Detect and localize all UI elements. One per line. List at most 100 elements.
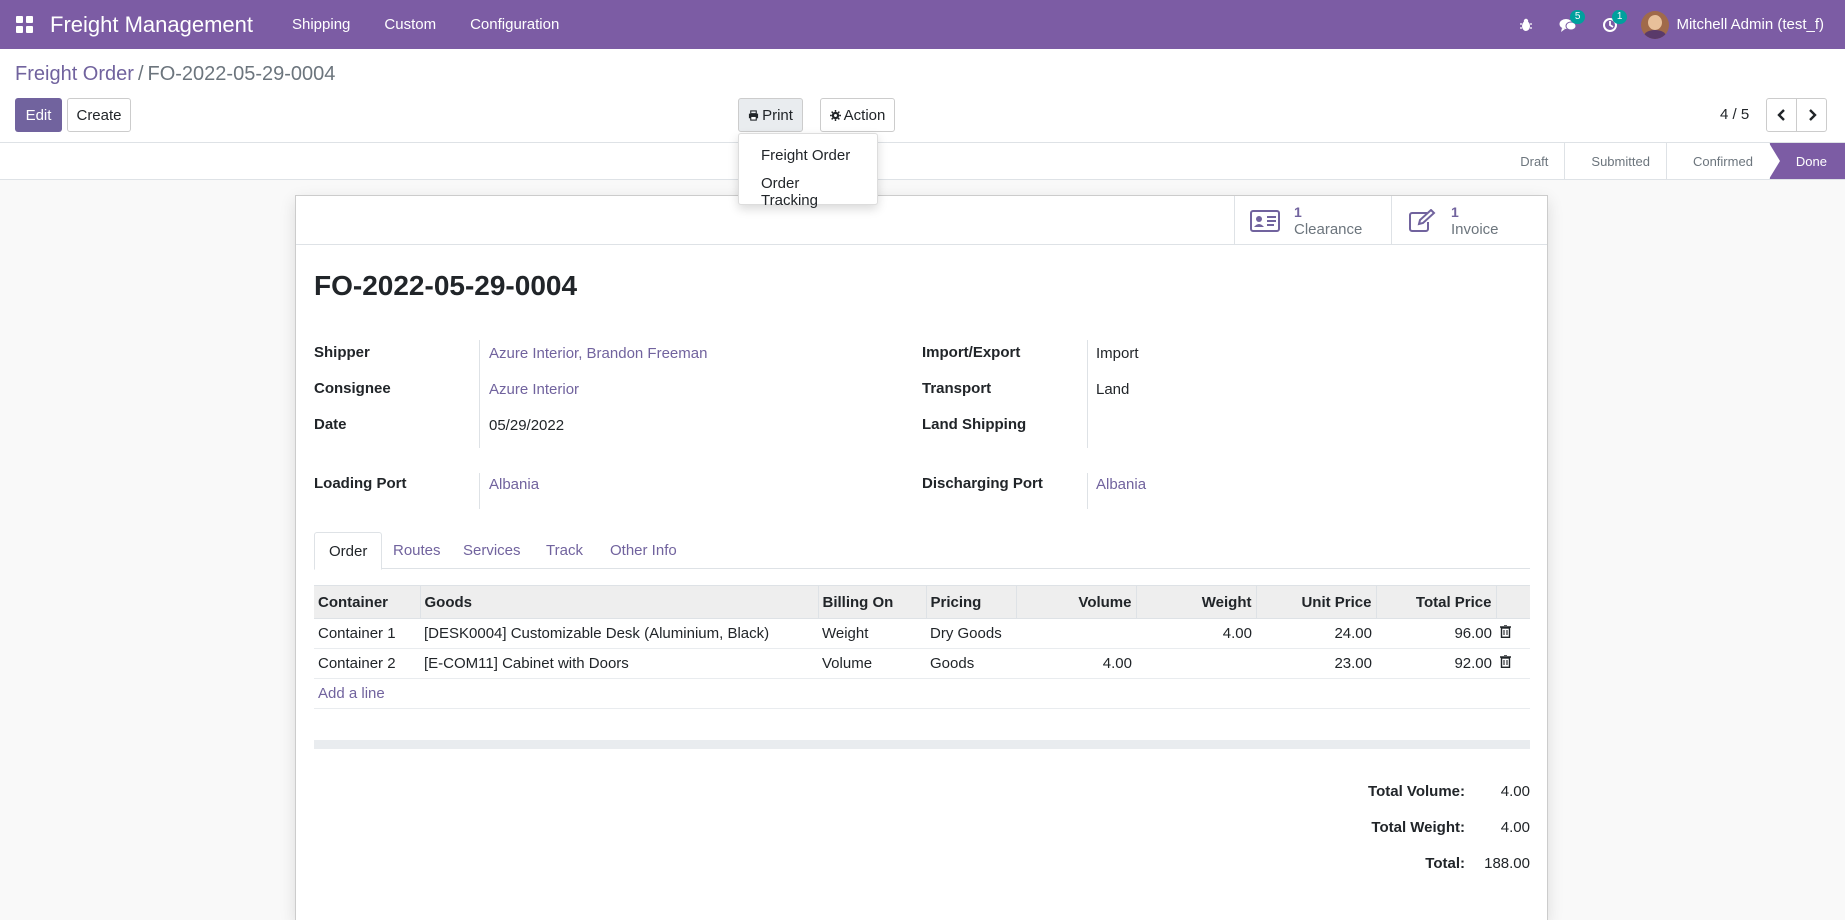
cell-unit-price[interactable]: 23.00 <box>1256 648 1376 679</box>
date-field[interactable]: 05/29/2022 <box>489 417 564 434</box>
consignee-field[interactable]: Azure Interior <box>489 381 579 398</box>
notebook-tabs: Order Routes Services Track Other Info <box>314 532 1530 570</box>
clearance-smart-button[interactable]: 1 Clearance <box>1234 196 1391 245</box>
col-total-price[interactable]: Total Price <box>1375 585 1496 619</box>
discharging-port-field[interactable]: Albania <box>1096 476 1146 493</box>
cell-weight[interactable]: 4.00 <box>1136 618 1256 649</box>
discharging-port-label: Discharging Port <box>922 475 1043 492</box>
menu-custom[interactable]: Custom <box>367 16 453 33</box>
grand-total-value: 188.00 <box>1484 855 1530 872</box>
activities-badge: 1 <box>1611 9 1628 24</box>
right-group-divider <box>1087 340 1088 448</box>
col-pricing[interactable]: Pricing <box>925 585 1016 619</box>
cell-volume[interactable]: 4.00 <box>1016 648 1136 679</box>
stage-submitted[interactable]: Submitted <box>1565 143 1667 179</box>
action-button[interactable]: Action <box>820 98 895 132</box>
cell-billing-on[interactable]: Volume <box>818 648 926 679</box>
app-brand[interactable]: Freight Management <box>50 12 253 38</box>
table-row[interactable]: Container 1 [DESK0004] Customizable Desk… <box>314 618 1530 649</box>
print-order-tracking-item[interactable]: Order Tracking <box>739 171 877 209</box>
print-freight-order-item[interactable]: Freight Order <box>739 143 877 171</box>
col-weight[interactable]: Weight <box>1135 585 1256 619</box>
chevron-left-icon <box>1776 109 1785 121</box>
debug-bug-icon[interactable] <box>1505 18 1547 32</box>
total-weight-value: 4.00 <box>1500 819 1530 836</box>
grand-total-label: Total: <box>1425 855 1465 872</box>
col-goods[interactable]: Goods <box>419 585 818 619</box>
cell-container[interactable]: Container 2 <box>314 648 420 679</box>
transport-field[interactable]: Land <box>1096 381 1129 398</box>
transport-label: Transport <box>922 380 992 397</box>
main-menu: Shipping Custom Configuration <box>275 16 576 33</box>
col-billing-on[interactable]: Billing On <box>817 585 926 619</box>
cell-total-price[interactable]: 96.00 <box>1376 618 1496 649</box>
cell-billing-on[interactable]: Weight <box>818 618 926 649</box>
import-export-field[interactable]: Import <box>1096 345 1139 362</box>
tab-services[interactable]: Services <box>463 532 521 569</box>
cell-volume[interactable] <box>1016 618 1136 649</box>
cell-goods[interactable]: [E-COM11] Cabinet with Doors <box>420 648 818 679</box>
table-header-row: Container Goods Billing On Pricing Volum… <box>314 585 1530 619</box>
pager-previous-button[interactable] <box>1766 98 1797 132</box>
cell-weight[interactable] <box>1136 648 1256 679</box>
chevron-right-icon <box>1808 109 1817 121</box>
id-card-icon <box>1250 209 1280 232</box>
clearance-label: Clearance <box>1294 220 1363 238</box>
shipper-field[interactable]: Azure Interior, Brandon Freeman <box>489 345 707 362</box>
invoice-smart-button[interactable]: 1 Invoice <box>1391 196 1548 245</box>
pager-next-button[interactable] <box>1796 98 1827 132</box>
tab-track[interactable]: Track <box>546 532 583 569</box>
apps-menu-icon[interactable] <box>0 0 48 49</box>
loading-port-field[interactable]: Albania <box>489 476 539 493</box>
breadcrumb-separator: / <box>137 63 144 85</box>
cell-total-price[interactable]: 92.00 <box>1376 648 1496 679</box>
print-icon <box>748 109 759 121</box>
pager-value[interactable]: 4 / 5 <box>1720 106 1749 123</box>
navbar-systray: 5 1 Mitchell Admin (test_f) <box>1505 0 1845 49</box>
delete-row-button[interactable] <box>1496 648 1530 679</box>
total-volume-label: Total Volume: <box>1368 783 1465 800</box>
clearance-count: 1 <box>1294 203 1302 220</box>
date-label: Date <box>314 416 347 433</box>
create-button[interactable]: Create <box>67 98 131 132</box>
activities-clock-icon[interactable]: 1 <box>1589 9 1631 33</box>
breadcrumb-freight-order[interactable]: Freight Order <box>15 63 134 85</box>
stage-done[interactable]: Done <box>1768 143 1845 179</box>
cell-goods[interactable]: [DESK0004] Customizable Desk (Aluminium,… <box>420 618 818 649</box>
user-name[interactable]: Mitchell Admin (test_f) <box>1676 16 1824 33</box>
action-label: Action <box>843 106 886 124</box>
stage-confirmed[interactable]: Confirmed <box>1667 143 1770 179</box>
menu-shipping[interactable]: Shipping <box>275 16 367 33</box>
print-label: Print <box>762 106 793 124</box>
cell-unit-price[interactable]: 24.00 <box>1256 618 1376 649</box>
cell-container[interactable]: Container 1 <box>314 618 420 649</box>
col-container[interactable]: Container <box>314 585 420 619</box>
add-line-row: Add a line <box>314 678 1530 709</box>
control-panel: Freight Order / FO-2022-05-29-0004 Edit Cr… <box>0 49 1845 143</box>
trash-icon <box>1500 654 1511 669</box>
record-title: FO-2022-05-29-0004 <box>314 270 578 301</box>
messages-icon[interactable]: 5 <box>1547 9 1589 33</box>
add-line-link[interactable]: Add a line <box>318 685 385 702</box>
col-actions <box>1495 585 1530 619</box>
tab-routes[interactable]: Routes <box>393 532 441 569</box>
print-button[interactable]: Print <box>738 98 803 132</box>
col-volume[interactable]: Volume <box>1015 585 1136 619</box>
top-navbar: Freight Management Shipping Custom Confi… <box>0 0 1845 49</box>
cell-pricing[interactable]: Dry Goods <box>926 618 1016 649</box>
tab-other-info[interactable]: Other Info <box>610 532 677 569</box>
smart-button-box: 1 Clearance 1 Invoice <box>296 196 1547 245</box>
col-unit-price[interactable]: Unit Price <box>1255 585 1376 619</box>
tab-order[interactable]: Order <box>314 532 383 570</box>
land-shipping-label: Land Shipping <box>922 416 1027 433</box>
menu-configuration[interactable]: Configuration <box>453 16 576 33</box>
stage-draft[interactable]: Draft <box>1504 143 1566 179</box>
gear-icon <box>829 109 841 121</box>
delete-row-button[interactable] <box>1496 618 1530 649</box>
edit-button[interactable]: Edit <box>15 98 62 132</box>
table-row[interactable]: Container 2 [E-COM11] Cabinet with Doors… <box>314 648 1530 679</box>
cell-pricing[interactable]: Goods <box>926 648 1016 679</box>
shipper-label: Shipper <box>314 344 370 361</box>
discharging-port-divider <box>1087 473 1088 509</box>
user-avatar[interactable] <box>1641 10 1670 39</box>
